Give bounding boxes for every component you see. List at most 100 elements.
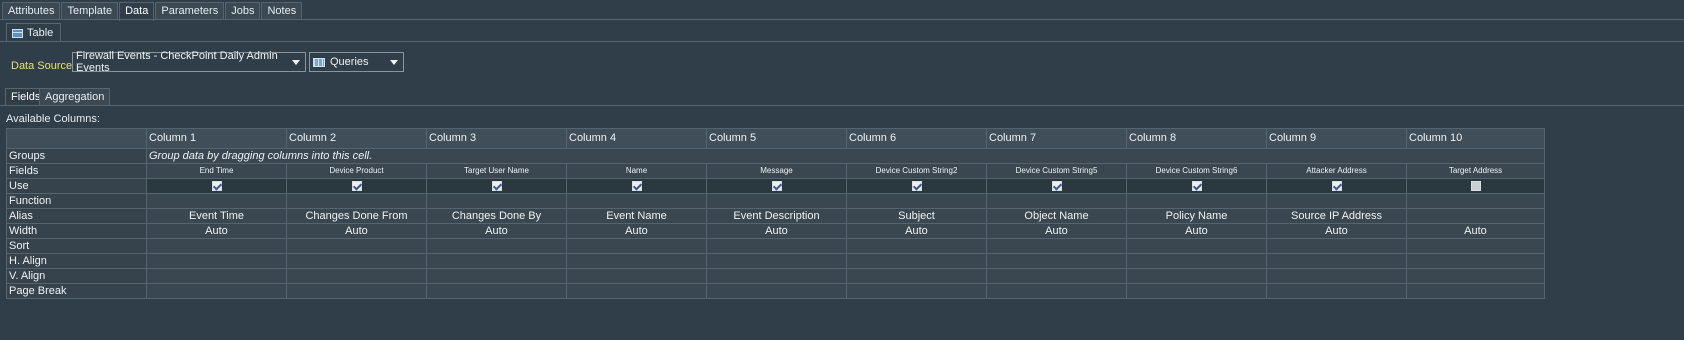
h-align-cell[interactable] [146, 253, 287, 269]
tab-table[interactable]: Table [6, 23, 62, 42]
queries-select[interactable]: Queries [309, 52, 404, 72]
v-align-cell[interactable] [1406, 268, 1545, 284]
page-break-cell[interactable] [846, 283, 987, 299]
column-header[interactable]: Column 10 [1406, 128, 1545, 149]
h-align-cell[interactable] [846, 253, 987, 269]
page-break-cell[interactable] [1406, 283, 1545, 299]
h-align-cell[interactable] [286, 253, 427, 269]
v-align-cell[interactable] [706, 268, 847, 284]
sort-cell[interactable] [1126, 238, 1267, 254]
field-cell[interactable]: Device Custom String6 [1126, 163, 1267, 179]
v-align-cell[interactable] [1266, 268, 1407, 284]
width-cell[interactable]: Auto [1266, 223, 1407, 239]
width-cell[interactable]: Auto [706, 223, 847, 239]
sort-cell[interactable] [286, 238, 427, 254]
width-cell[interactable]: Auto [566, 223, 707, 239]
field-cell[interactable]: Target User Name [426, 163, 567, 179]
page-break-cell[interactable] [706, 283, 847, 299]
use-checkbox[interactable] [491, 181, 502, 192]
width-cell[interactable]: Auto [986, 223, 1127, 239]
data-source-select[interactable]: Firewall Events - CheckPoint Daily Admin… [72, 50, 306, 74]
alias-cell[interactable]: Object Name [986, 208, 1127, 224]
sort-cell[interactable] [426, 238, 567, 254]
function-cell[interactable] [846, 193, 987, 209]
alias-cell[interactable] [1406, 208, 1545, 224]
column-header[interactable]: Column 4 [566, 128, 707, 149]
use-checkbox[interactable] [1331, 181, 1342, 192]
function-cell[interactable] [706, 193, 847, 209]
sort-cell[interactable] [1406, 238, 1545, 254]
v-align-cell[interactable] [846, 268, 987, 284]
width-cell[interactable]: Auto [286, 223, 427, 239]
v-align-cell[interactable] [286, 268, 427, 284]
tab-notes[interactable]: Notes [261, 2, 303, 19]
page-break-cell[interactable] [426, 283, 567, 299]
column-header[interactable]: Column 9 [1266, 128, 1407, 149]
page-break-cell[interactable] [566, 283, 707, 299]
v-align-cell[interactable] [566, 268, 707, 284]
column-header[interactable]: Column 5 [706, 128, 847, 149]
tab-attributes[interactable]: Attributes [2, 2, 61, 19]
function-cell[interactable] [986, 193, 1127, 209]
use-checkbox[interactable] [1051, 181, 1062, 192]
h-align-cell[interactable] [566, 253, 707, 269]
page-break-cell[interactable] [146, 283, 287, 299]
function-cell[interactable] [286, 193, 427, 209]
column-header[interactable]: Column 1 [146, 128, 287, 149]
sort-cell[interactable] [706, 238, 847, 254]
sort-cell[interactable] [986, 238, 1127, 254]
use-checkbox[interactable] [1470, 181, 1481, 192]
sort-cell[interactable] [566, 238, 707, 254]
use-checkbox[interactable] [911, 181, 922, 192]
function-cell[interactable] [1406, 193, 1545, 209]
sort-cell[interactable] [846, 238, 987, 254]
column-header[interactable]: Column 3 [426, 128, 567, 149]
h-align-cell[interactable] [426, 253, 567, 269]
field-cell[interactable]: Name [566, 163, 707, 179]
width-cell[interactable]: Auto [426, 223, 567, 239]
alias-cell[interactable]: Changes Done From [286, 208, 427, 224]
column-header[interactable]: Column 6 [846, 128, 987, 149]
alias-cell[interactable]: Changes Done By [426, 208, 567, 224]
tab-parameters[interactable]: Parameters [155, 2, 225, 19]
alias-cell[interactable]: Subject [846, 208, 987, 224]
alias-cell[interactable]: Event Description [706, 208, 847, 224]
function-cell[interactable] [1266, 193, 1407, 209]
field-cell[interactable]: Attacker Address [1266, 163, 1407, 179]
h-align-cell[interactable] [1266, 253, 1407, 269]
use-checkbox[interactable] [351, 181, 362, 192]
page-break-cell[interactable] [1266, 283, 1407, 299]
use-checkbox[interactable] [771, 181, 782, 192]
field-cell[interactable]: Target Address [1406, 163, 1545, 179]
page-break-cell[interactable] [986, 283, 1127, 299]
sort-cell[interactable] [146, 238, 287, 254]
use-checkbox[interactable] [1191, 181, 1202, 192]
column-header[interactable]: Column 2 [286, 128, 427, 149]
function-cell[interactable] [1126, 193, 1267, 209]
tab-aggregation[interactable]: Aggregation [39, 88, 111, 106]
h-align-cell[interactable] [1126, 253, 1267, 269]
h-align-cell[interactable] [986, 253, 1127, 269]
alias-cell[interactable]: Policy Name [1126, 208, 1267, 224]
alias-cell[interactable]: Source IP Address [1266, 208, 1407, 224]
column-header[interactable]: Column 7 [986, 128, 1127, 149]
field-cell[interactable]: End Time [146, 163, 287, 179]
field-cell[interactable]: Device Custom String2 [846, 163, 987, 179]
function-cell[interactable] [426, 193, 567, 209]
v-align-cell[interactable] [1126, 268, 1267, 284]
use-checkbox[interactable] [631, 181, 642, 192]
groups-drop-cell[interactable]: Group data by dragging columns into this… [146, 148, 1545, 164]
sort-cell[interactable] [1266, 238, 1407, 254]
h-align-cell[interactable] [706, 253, 847, 269]
alias-cell[interactable]: Event Name [566, 208, 707, 224]
width-cell[interactable]: Auto [846, 223, 987, 239]
width-cell[interactable]: Auto [1406, 223, 1545, 239]
width-cell[interactable]: Auto [1126, 223, 1267, 239]
v-align-cell[interactable] [146, 268, 287, 284]
h-align-cell[interactable] [1406, 253, 1545, 269]
v-align-cell[interactable] [426, 268, 567, 284]
field-cell[interactable]: Device Custom String5 [986, 163, 1127, 179]
use-checkbox[interactable] [211, 181, 222, 192]
v-align-cell[interactable] [986, 268, 1127, 284]
width-cell[interactable]: Auto [146, 223, 287, 239]
